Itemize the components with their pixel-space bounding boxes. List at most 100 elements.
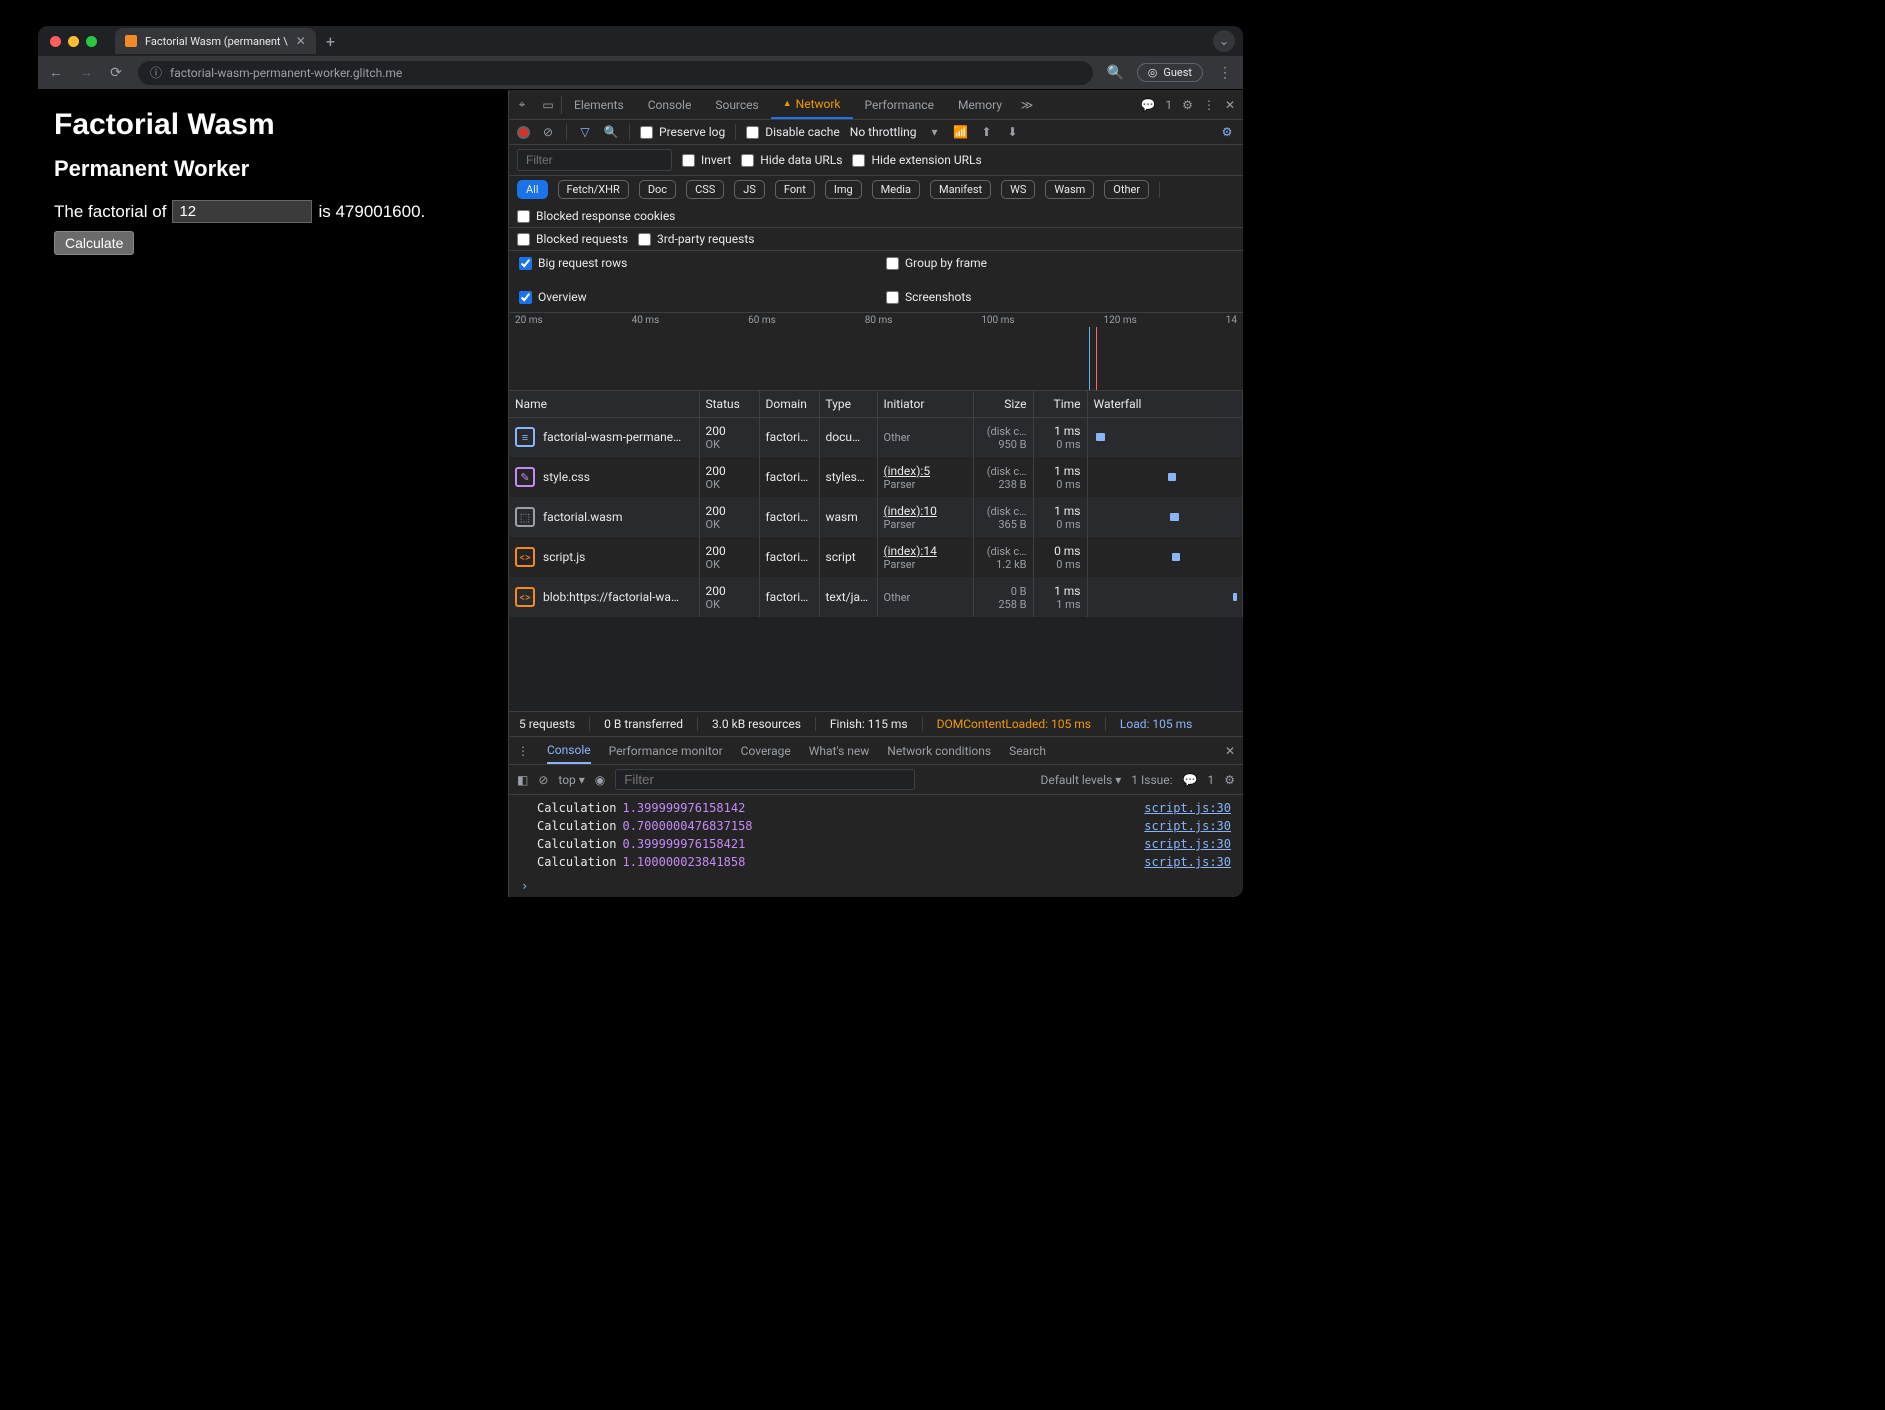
tab-console[interactable]: Console: [636, 90, 704, 119]
filter-toggle-icon[interactable]: ▽: [577, 125, 593, 139]
type-pill-ws[interactable]: WS: [1001, 180, 1035, 199]
factorial-input[interactable]: [172, 200, 312, 223]
network-status-bar: 5 requests 0 B transferred 3.0 kB resour…: [509, 711, 1243, 737]
tab-performance[interactable]: Performance: [853, 90, 946, 119]
clear-console-icon[interactable]: ⊘: [538, 773, 548, 787]
blocked-requests-checkbox[interactable]: Blocked requests: [517, 232, 628, 246]
type-pill-all[interactable]: All: [517, 180, 548, 199]
tab-sources[interactable]: Sources: [703, 90, 770, 119]
settings-icon[interactable]: ⚙: [1182, 98, 1193, 112]
console-filter-input[interactable]: [615, 769, 915, 790]
page-heading: Factorial Wasm: [54, 108, 492, 142]
levels-select[interactable]: Default levels ▾: [1040, 773, 1121, 787]
throttling-caret-icon[interactable]: ▾: [927, 125, 943, 139]
tab-network[interactable]: Network: [771, 90, 853, 119]
url-input[interactable]: ⓘ factorial-wasm-permanent-worker.glitch…: [138, 61, 1093, 85]
site-info-icon[interactable]: ⓘ: [150, 64, 162, 81]
source-link[interactable]: script.js:30: [1144, 855, 1231, 869]
table-row[interactable]: <>script.js 200OK factori… script (index…: [509, 537, 1243, 577]
more-tabs-icon[interactable]: ≫: [1014, 98, 1040, 112]
record-icon[interactable]: [517, 126, 530, 139]
drawer-tab-search[interactable]: Search: [1009, 744, 1046, 758]
new-tab-button[interactable]: +: [316, 32, 345, 51]
type-pill-wasm[interactable]: Wasm: [1045, 180, 1094, 199]
network-timeline[interactable]: 20 ms 40 ms 60 ms 80 ms 100 ms 120 ms 14: [509, 313, 1243, 391]
live-expression-icon[interactable]: ◉: [595, 773, 605, 787]
network-filter-input[interactable]: [517, 149, 672, 171]
drawer-tab-whatsnew[interactable]: What's new: [809, 744, 870, 758]
hide-extension-urls-checkbox[interactable]: Hide extension URLs: [852, 153, 981, 167]
clear-icon[interactable]: ⊘: [540, 125, 556, 139]
console-settings-icon[interactable]: ⚙: [1224, 773, 1235, 787]
zoom-icon[interactable]: 🔍: [1107, 65, 1123, 81]
source-link[interactable]: script.js:30: [1144, 801, 1231, 815]
tab-memory[interactable]: Memory: [946, 90, 1014, 119]
calculate-button[interactable]: Calculate: [54, 231, 134, 255]
network-settings-icon[interactable]: ⚙: [1219, 125, 1235, 139]
type-pill-manifest[interactable]: Manifest: [930, 180, 991, 199]
drawer-close-icon[interactable]: ✕: [1225, 744, 1235, 758]
download-har-icon[interactable]: ⬇: [1005, 125, 1021, 139]
tab-close-icon[interactable]: ✕: [296, 34, 306, 48]
sidebar-toggle-icon[interactable]: ◧: [517, 773, 528, 787]
kebab-menu-icon[interactable]: ⋮: [1217, 65, 1233, 81]
table-row[interactable]: ⬚factorial.wasm 200OK factori… wasm (ind…: [509, 497, 1243, 537]
source-link[interactable]: script.js:30: [1144, 837, 1231, 851]
browser-tab[interactable]: Factorial Wasm (permanent \ ✕: [115, 28, 316, 54]
type-pill-css[interactable]: CSS: [686, 180, 724, 199]
preserve-log-checkbox[interactable]: Preserve log: [640, 125, 725, 139]
drawer-tab-console[interactable]: Console: [547, 737, 591, 764]
drawer-tab-netcond[interactable]: Network conditions: [887, 744, 991, 758]
context-select[interactable]: top ▾: [558, 773, 584, 787]
upload-har-icon[interactable]: ⬆: [979, 125, 995, 139]
back-icon[interactable]: ←: [48, 64, 64, 81]
big-rows-checkbox[interactable]: Big request rows: [519, 256, 866, 270]
close-devtools-icon[interactable]: ✕: [1225, 98, 1235, 112]
network-conditions-icon[interactable]: 📶: [953, 125, 969, 139]
maximize-window-icon[interactable]: [86, 36, 97, 47]
issues-count: 1: [1165, 98, 1172, 112]
network-table[interactable]: NameStatusDomainTypeInitiatorSizeTimeWat…: [509, 391, 1243, 712]
table-header-row[interactable]: NameStatusDomainTypeInitiatorSizeTimeWat…: [509, 391, 1243, 418]
overview-checkbox[interactable]: Overview: [519, 290, 587, 304]
type-pill-fetch[interactable]: Fetch/XHR: [558, 180, 629, 199]
disable-cache-checkbox[interactable]: Disable cache: [746, 125, 840, 139]
guest-label: Guest: [1163, 66, 1192, 79]
drawer-menu-icon[interactable]: ⋮: [517, 744, 529, 758]
minimize-window-icon[interactable]: [68, 36, 79, 47]
chevron-down-icon[interactable]: ⌄: [1213, 30, 1235, 52]
search-icon[interactable]: 🔍: [603, 125, 619, 139]
device-icon[interactable]: ▭: [535, 98, 561, 112]
issues-chip-icon[interactable]: 💬: [1183, 773, 1198, 787]
type-pill-doc[interactable]: Doc: [639, 180, 676, 199]
profile-button[interactable]: ◎ Guest: [1137, 63, 1203, 82]
type-pill-font[interactable]: Font: [775, 180, 815, 199]
window-controls[interactable]: [46, 36, 105, 47]
issues-label: 1 Issue:: [1131, 773, 1172, 787]
type-pill-media[interactable]: Media: [872, 180, 920, 199]
blocked-cookies-checkbox[interactable]: Blocked response cookies: [517, 209, 675, 223]
table-row[interactable]: <>blob:https://factorial-wa… 200OK facto…: [509, 577, 1243, 617]
third-party-checkbox[interactable]: 3rd-party requests: [638, 232, 754, 246]
throttling-select[interactable]: No throttling: [850, 125, 917, 139]
group-frame-checkbox[interactable]: Group by frame: [886, 256, 1233, 270]
page-subheading: Permanent Worker: [54, 156, 492, 182]
hide-data-urls-checkbox[interactable]: Hide data URLs: [741, 153, 842, 167]
tab-elements[interactable]: Elements: [562, 90, 636, 119]
source-link[interactable]: script.js:30: [1144, 819, 1231, 833]
reload-icon[interactable]: ⟳: [108, 65, 124, 81]
issues-icon[interactable]: 💬: [1140, 98, 1155, 112]
table-row[interactable]: ≡factorial-wasm-permane… 200OK factori… …: [509, 417, 1243, 457]
screenshots-checkbox[interactable]: Screenshots: [886, 290, 971, 304]
close-window-icon[interactable]: [50, 36, 61, 47]
console-prompt[interactable]: ›: [509, 875, 1243, 897]
invert-checkbox[interactable]: Invert: [682, 153, 731, 167]
factorial-label-post: is 479001600.: [318, 202, 425, 222]
kebab-icon[interactable]: ⋮: [1203, 98, 1215, 112]
drawer-tab-coverage[interactable]: Coverage: [741, 744, 791, 758]
type-pill-other[interactable]: Other: [1104, 180, 1149, 199]
drawer-tab-perfmon[interactable]: Performance monitor: [609, 744, 723, 758]
table-row[interactable]: ✎style.css 200OK factori… styles… (index…: [509, 457, 1243, 497]
inspect-icon[interactable]: ⌖: [509, 97, 535, 112]
type-pill-js[interactable]: JS: [734, 180, 765, 199]
